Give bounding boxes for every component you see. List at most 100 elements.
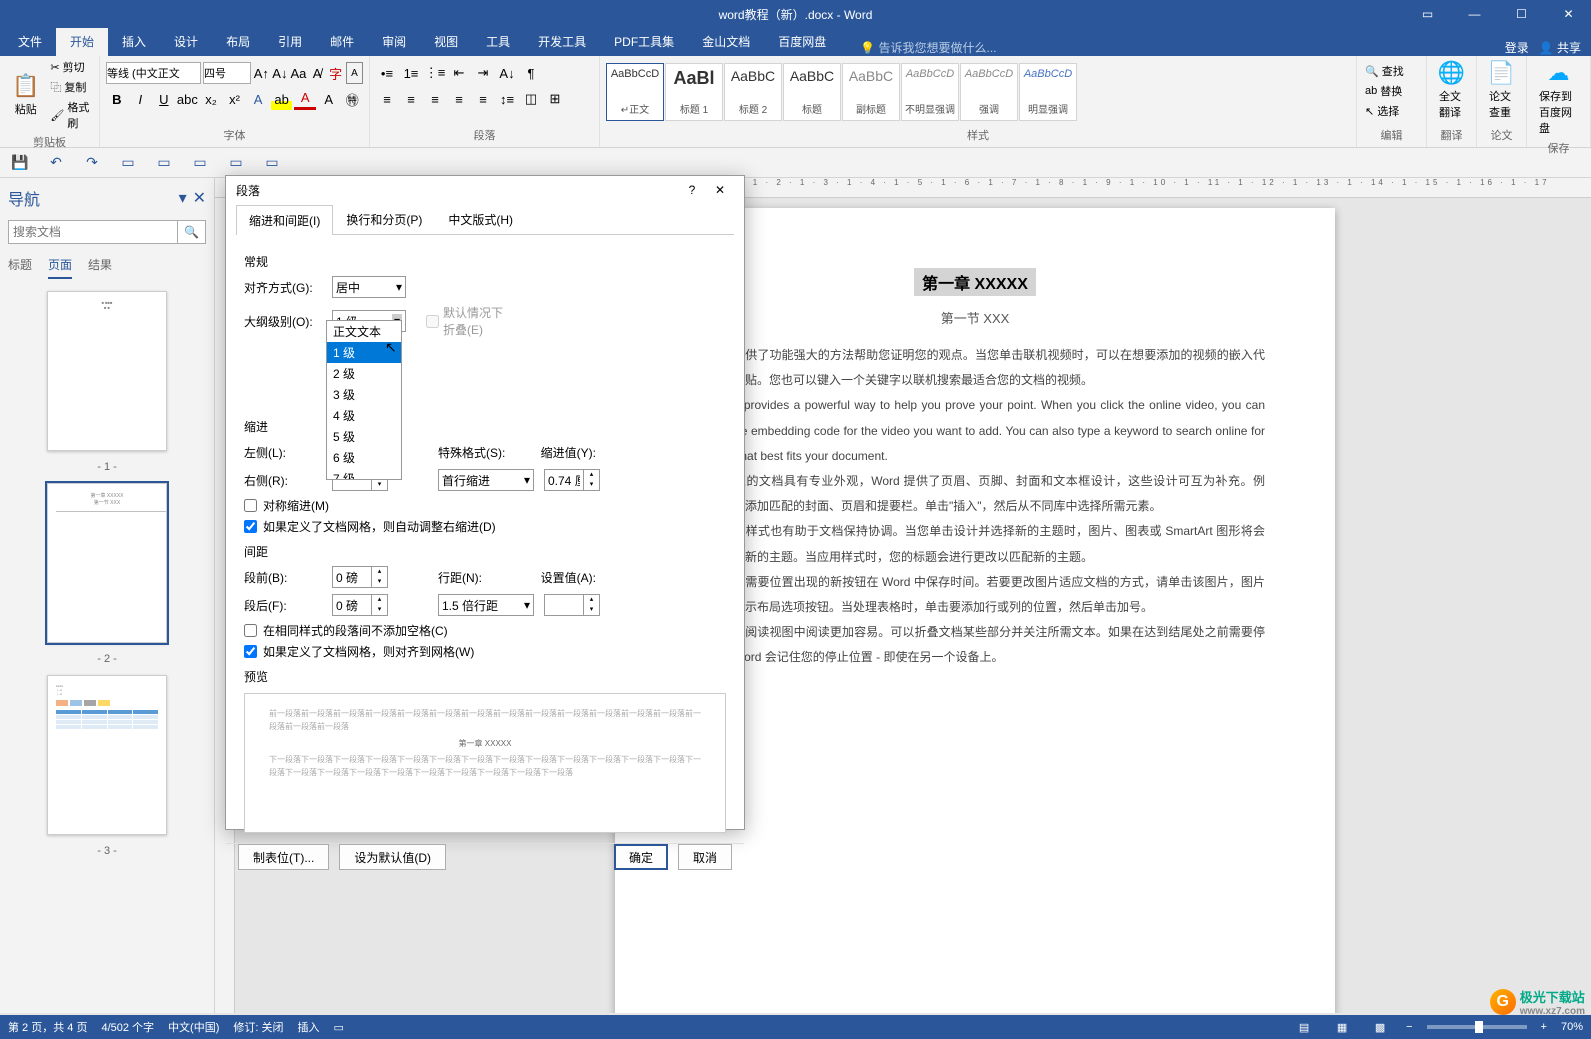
replace-button[interactable]: ab替换 [1363, 82, 1420, 100]
borders-icon[interactable]: ⊞ [544, 88, 566, 110]
outline-option-body[interactable]: 正文文本 [327, 321, 401, 342]
select-button[interactable]: ↖选择 [1363, 102, 1420, 120]
dialog-help-icon[interactable]: ? [678, 176, 706, 204]
tab-pdf[interactable]: PDF工具集 [600, 27, 688, 56]
strike-icon[interactable]: abc [177, 88, 199, 110]
alignment-select[interactable]: 居中▾ [332, 276, 406, 298]
enclose-char-icon[interactable]: ㊕ [341, 88, 363, 110]
tab-mailings[interactable]: 邮件 [316, 27, 368, 56]
collapse-default-checkbox[interactable] [426, 315, 439, 328]
underline-icon[interactable]: U [153, 88, 175, 110]
snap-to-grid-checkbox[interactable] [244, 645, 257, 658]
tab-wps[interactable]: 金山文档 [688, 27, 764, 56]
tab-insert[interactable]: 插入 [108, 27, 160, 56]
page-thumbnail-3[interactable]: ■■■■├─■├─■ [47, 675, 167, 835]
outline-level-dropdown[interactable]: 正文文本 1 级 2 级 3 级 4 级 5 级 6 级 7 级 8 级 9 级… [326, 320, 402, 480]
tab-review[interactable]: 审阅 [368, 27, 420, 56]
status-page[interactable]: 第 2 页，共 4 页 [8, 1019, 87, 1035]
tell-me-input[interactable]: 💡 告诉我您想要做什么... [860, 39, 996, 56]
style-normal[interactable]: AaBbCcD↵正文 [606, 63, 664, 121]
qat-icon-5[interactable]: ▭ [152, 151, 176, 175]
nav-tab-headings[interactable]: 标题 [8, 256, 32, 279]
dialog-tab-pagebreak[interactable]: 换行和分页(P) [333, 204, 435, 234]
style-intense-emphasis[interactable]: AaBbCcD明显强调 [1019, 63, 1077, 121]
find-button[interactable]: 🔍查找 [1363, 62, 1420, 80]
increase-indent-icon[interactable]: ⇥ [472, 62, 494, 84]
tab-design[interactable]: 设计 [160, 27, 212, 56]
nav-dropdown-icon[interactable]: ▾ [179, 188, 187, 208]
zoom-level[interactable]: 70% [1561, 1021, 1583, 1033]
nav-search-button[interactable]: 🔍 [178, 220, 206, 244]
outline-option-7[interactable]: 7 级 [327, 468, 401, 480]
zoom-out-icon[interactable]: − [1406, 1021, 1412, 1033]
tab-layout[interactable]: 布局 [212, 27, 264, 56]
font-size-select[interactable] [203, 62, 251, 84]
outline-option-1[interactable]: 1 级 [327, 342, 401, 363]
nav-close-icon[interactable]: ✕ [193, 188, 206, 208]
distribute-icon[interactable]: ≡ [472, 88, 494, 110]
style-title[interactable]: AaBbC标题 [783, 63, 841, 121]
cut-button[interactable]: ✂剪切 [48, 58, 93, 76]
login-link[interactable]: 登录 [1505, 39, 1529, 56]
numbering-icon[interactable]: 1≡ [400, 62, 422, 84]
status-track-changes[interactable]: 修订: 关闭 [233, 1019, 283, 1035]
copy-button[interactable]: ⿻复制 [48, 78, 93, 96]
dialog-tab-asian[interactable]: 中文版式(H) [435, 204, 526, 234]
space-after-spinner[interactable]: ▴▾ [332, 594, 388, 616]
status-extra-icon[interactable]: ▭ [334, 1021, 344, 1034]
cancel-button[interactable]: 取消 [678, 844, 732, 870]
undo-icon[interactable]: ↶ [44, 151, 68, 175]
multilevel-icon[interactable]: ⋮≡ [424, 62, 446, 84]
paragraph[interactable]: Video provides a powerful way to help yo… [685, 393, 1265, 469]
text-effects-icon[interactable]: A [247, 88, 269, 110]
dialog-close-icon[interactable]: ✕ [706, 176, 734, 204]
style-heading2[interactable]: AaBbC标题 2 [724, 63, 782, 121]
align-right-icon[interactable]: ≡ [424, 88, 446, 110]
auto-right-indent-checkbox[interactable] [244, 520, 257, 533]
qat-icon-6[interactable]: ▭ [188, 151, 212, 175]
status-insert-mode[interactable]: 插入 [298, 1019, 320, 1035]
redo-icon[interactable]: ↷ [80, 151, 104, 175]
special-format-select[interactable]: 首行缩进▾ [438, 469, 534, 491]
char-border-icon[interactable]: A [346, 62, 363, 84]
outline-option-2[interactable]: 2 级 [327, 363, 401, 384]
tab-tools[interactable]: 工具 [472, 27, 524, 56]
section-heading[interactable]: 第一节 XXX [685, 308, 1265, 327]
font-name-select[interactable] [106, 62, 201, 84]
print-layout-icon[interactable]: ▦ [1330, 1017, 1354, 1037]
tab-file[interactable]: 文件 [4, 27, 56, 56]
phonetic-icon[interactable]: 字 [327, 62, 344, 84]
style-emphasis[interactable]: AaBbCcD强调 [960, 63, 1018, 121]
paragraph[interactable]: 使用在需要位置出现的新按钮在 Word 中保存时间。若要更改图片适应文档的方式，… [685, 570, 1265, 620]
status-language[interactable]: 中文(中国) [168, 1019, 219, 1035]
no-space-same-style-checkbox[interactable] [244, 624, 257, 637]
outline-option-6[interactable]: 6 级 [327, 447, 401, 468]
nav-tab-pages[interactable]: 页面 [48, 256, 72, 279]
translate-button[interactable]: 🌐全文翻译 [1433, 58, 1470, 122]
decrease-font-icon[interactable]: A↓ [272, 62, 289, 84]
show-marks-icon[interactable]: ¶ [520, 62, 542, 84]
qat-icon-7[interactable]: ▭ [224, 151, 248, 175]
subscript-icon[interactable]: x₂ [200, 88, 222, 110]
ribbon-options-icon[interactable]: ▭ [1405, 0, 1450, 28]
tab-view[interactable]: 视图 [420, 27, 472, 56]
clear-format-icon[interactable]: A̸ [309, 62, 326, 84]
shading-icon[interactable]: ◫ [520, 88, 542, 110]
outline-option-3[interactable]: 3 级 [327, 384, 401, 405]
zoom-in-icon[interactable]: + [1541, 1021, 1547, 1033]
ok-button[interactable]: 确定 [614, 844, 668, 870]
bold-icon[interactable]: B [106, 88, 128, 110]
align-left-icon[interactable]: ≡ [376, 88, 398, 110]
tabs-button[interactable]: 制表位(T)... [238, 844, 329, 870]
increase-font-icon[interactable]: A↑ [253, 62, 270, 84]
paste-button[interactable]: 📋粘贴 [6, 71, 45, 119]
space-before-spinner[interactable]: ▴▾ [332, 566, 388, 588]
style-gallery[interactable]: AaBbCcD↵正文 AaBl标题 1 AaBbC标题 2 AaBbC标题 Aa… [606, 63, 1077, 121]
change-case-icon[interactable]: Aa [290, 62, 307, 84]
paragraph[interactable]: 视频提供了功能强大的方法帮助您证明您的观点。当您单击联机视频时，可以在想要添加的… [685, 343, 1265, 393]
nav-tab-results[interactable]: 结果 [88, 256, 112, 279]
superscript-icon[interactable]: x² [224, 88, 246, 110]
line-spacing-icon[interactable]: ↕≡ [496, 88, 518, 110]
paragraph[interactable]: 主题和样式也有助于文档保持协调。当您单击设计并选择新的主题时，图片、图表或 Sm… [685, 519, 1265, 569]
papercheck-button[interactable]: 📄论文查重 [1483, 58, 1520, 122]
